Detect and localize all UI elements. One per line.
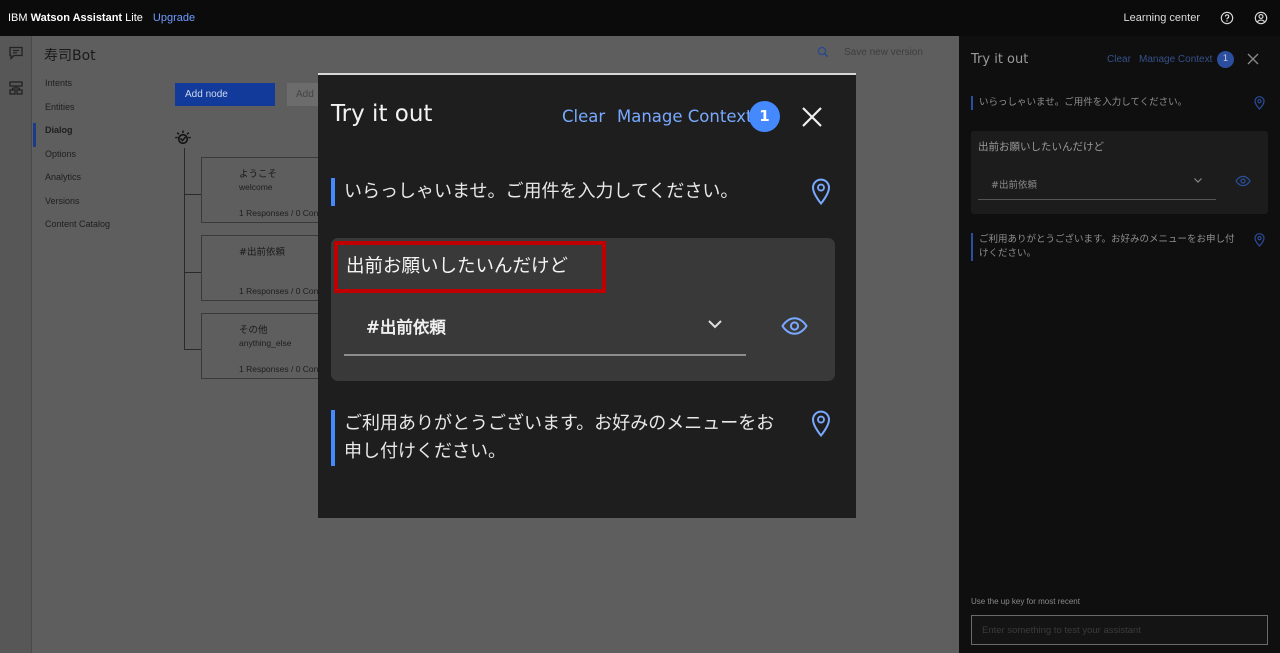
nav-item-entities[interactable]: Entities xyxy=(33,100,153,124)
bot-message: いらっしゃいませ。ご用件を入力してください。 xyxy=(331,178,738,206)
test-message-input[interactable] xyxy=(971,615,1268,645)
tree-branch xyxy=(184,349,202,350)
user-message-highlight: 出前お願いしたいんだけど xyxy=(334,241,606,293)
user-message-card: 出前お願いしたいんだけど #出前依頼 xyxy=(331,238,835,381)
nav-item-intents[interactable]: Intents xyxy=(33,76,153,100)
skill-title: 寿司Bot xyxy=(44,48,96,64)
select-underline xyxy=(978,199,1216,200)
manage-context-button[interactable]: Manage Context xyxy=(617,107,752,126)
chevron-down-icon[interactable] xyxy=(1193,175,1203,185)
nav-item-options[interactable]: Options xyxy=(33,147,153,171)
close-icon[interactable] xyxy=(1247,53,1259,65)
bot-message: ご利用ありがとうございます。お好みのメニューをお申し付けください。 xyxy=(971,233,1241,261)
eye-icon[interactable] xyxy=(1235,175,1251,187)
bot-message-line: 申し付けください。 xyxy=(344,441,506,462)
clear-button[interactable]: Clear xyxy=(1107,54,1131,65)
select-underline xyxy=(344,354,746,356)
add-node-button[interactable]: Add node xyxy=(175,83,275,106)
try-it-out-panel: Try it out Clear Manage Context 1 いらっしゃい… xyxy=(959,36,1280,653)
location-pin-icon[interactable] xyxy=(1254,233,1265,247)
chat-icon[interactable] xyxy=(8,45,24,61)
location-pin-icon[interactable] xyxy=(811,178,831,205)
skill-nav: Intents Entities Dialog Options Analytic… xyxy=(33,76,153,241)
clear-button[interactable]: Clear xyxy=(562,107,605,126)
save-new-version-button[interactable]: Save new version xyxy=(844,47,923,58)
bot-message: いらっしゃいませ。ご用件を入力してください。 xyxy=(971,96,1241,110)
panel-title: Try it out xyxy=(331,101,433,127)
tree-branch xyxy=(184,194,202,195)
eye-icon[interactable] xyxy=(781,316,808,336)
intent-select-value[interactable]: #出前依頼 xyxy=(366,314,446,338)
location-pin-icon[interactable] xyxy=(811,410,831,437)
user-message: 出前お願いしたいんだけど xyxy=(978,141,1104,153)
user-profile-icon[interactable] xyxy=(1254,11,1268,25)
top-bar: IBM Watson Assistant Lite Upgrade Learni… xyxy=(0,0,1280,36)
tree-connector xyxy=(184,148,185,350)
location-pin-icon[interactable] xyxy=(1254,96,1265,110)
watson-icon xyxy=(175,130,191,145)
bot-message: ご利用ありがとうございます。お好みのメニューをお 申し付けください。 xyxy=(331,410,774,466)
nav-item-dialog[interactable]: Dialog xyxy=(33,123,153,147)
nav-item-analytics[interactable]: Analytics xyxy=(33,170,153,194)
close-icon[interactable] xyxy=(800,105,824,129)
chevron-down-icon[interactable] xyxy=(707,318,723,330)
product-name: IBM Watson Assistant Lite xyxy=(8,12,143,24)
context-count-badge: 1 xyxy=(749,101,780,132)
help-icon[interactable] xyxy=(1220,11,1234,25)
upgrade-link[interactable]: Upgrade xyxy=(153,12,195,24)
tree-branch xyxy=(184,272,202,273)
learning-center-link[interactable]: Learning center xyxy=(1124,12,1200,24)
search-icon[interactable] xyxy=(817,46,829,58)
nav-item-versions[interactable]: Versions xyxy=(33,194,153,218)
input-hint: Use the up key for most recent xyxy=(971,597,1080,606)
panel-title: Try it out xyxy=(971,52,1029,67)
intent-select-value[interactable]: #出前依頼 xyxy=(991,177,1037,191)
skills-icon[interactable] xyxy=(8,80,24,96)
left-rail xyxy=(0,36,32,653)
user-message-card: 出前お願いしたいんだけど #出前依頼 xyxy=(971,131,1268,214)
nav-item-content-catalog[interactable]: Content Catalog xyxy=(33,217,153,241)
zoomed-try-it-out-callout: Try it out Clear Manage Context 1 いらっしゃい… xyxy=(318,73,856,518)
bot-message-line: ご利用ありがとうございます。お好みのメニューをお xyxy=(344,413,775,434)
context-count-badge: 1 xyxy=(1217,51,1234,68)
manage-context-button[interactable]: Manage Context xyxy=(1139,54,1212,65)
